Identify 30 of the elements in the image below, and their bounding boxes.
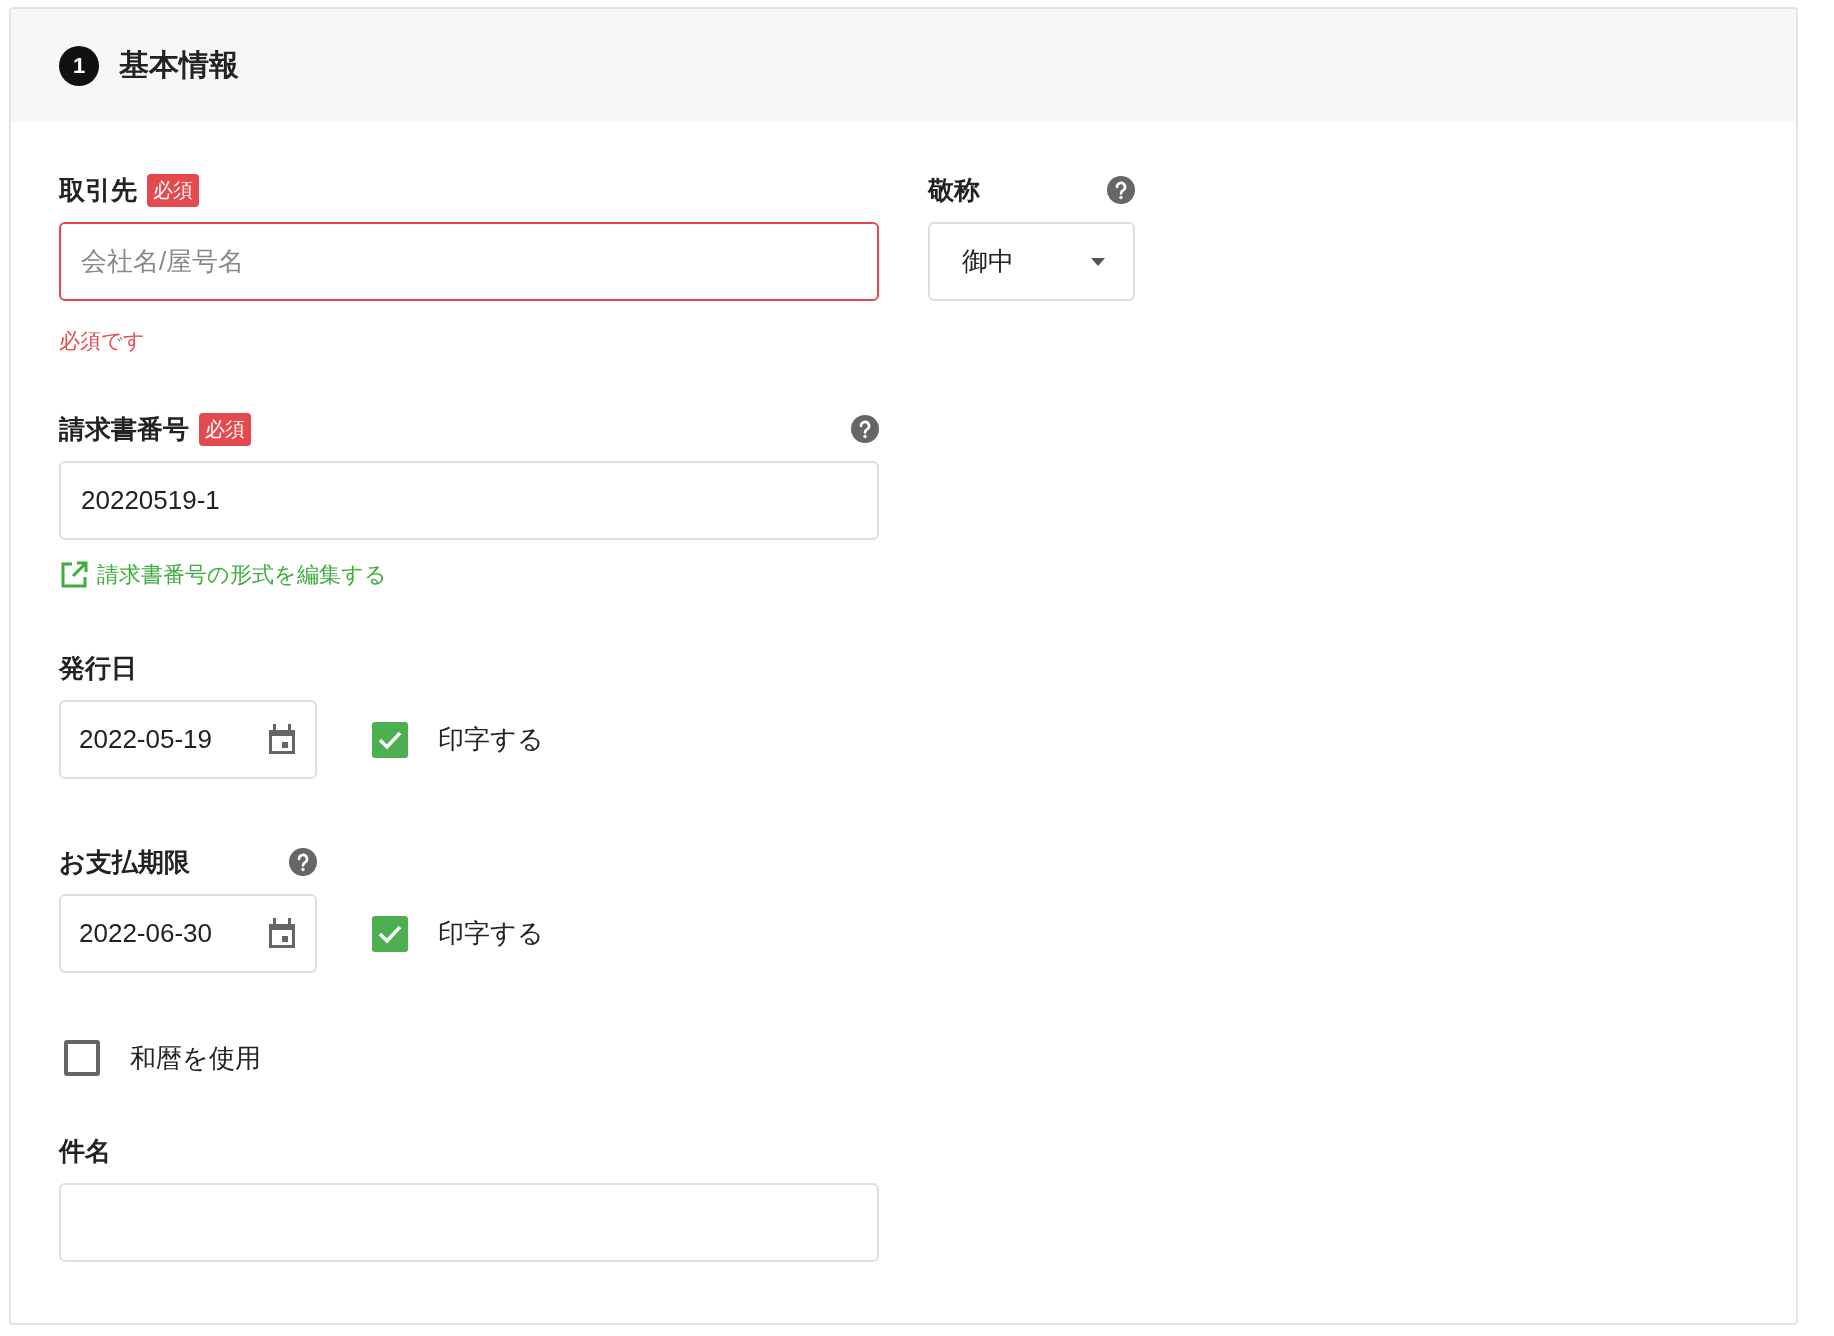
honorific-select[interactable]: 御中	[928, 222, 1135, 301]
step-number: 1	[59, 45, 99, 86]
date-field[interactable]: 2022-06-30	[59, 894, 317, 973]
external-link-icon	[59, 560, 89, 590]
calendar-icon	[267, 723, 297, 756]
help-icon[interactable]	[1107, 176, 1135, 204]
checkbox-label: 印字する	[438, 917, 544, 950]
required-badge: 必須	[147, 173, 199, 207]
caret-icon	[1091, 257, 1105, 266]
checkbox-label: 印字する	[438, 723, 544, 756]
invoice-number-input[interactable]: 20220519-1	[59, 461, 879, 540]
error-message: 必須です	[59, 329, 146, 353]
client-input[interactable]: 会社名/屋号名	[59, 222, 879, 301]
help-icon[interactable]	[851, 415, 879, 443]
help-icon[interactable]	[289, 848, 317, 876]
subject-input[interactable]	[59, 1183, 879, 1262]
checkbox-label: 和暦を使用	[130, 1041, 261, 1075]
checkbox[interactable]	[372, 915, 408, 952]
field-label: 敬称	[928, 173, 980, 207]
field-label: 件名	[59, 1134, 111, 1168]
field-label: 取引先	[59, 173, 137, 207]
calendar-icon	[267, 917, 297, 950]
field-label: お支払期限	[59, 845, 190, 879]
field-label: 発行日	[59, 651, 137, 685]
required-badge: 必須	[199, 412, 251, 446]
checkbox[interactable]	[372, 721, 408, 758]
field-label: 請求書番号	[59, 412, 189, 446]
section-title: 基本情報	[119, 47, 239, 83]
checkbox[interactable]	[64, 1040, 100, 1076]
date-field[interactable]: 2022-05-19	[59, 700, 317, 779]
